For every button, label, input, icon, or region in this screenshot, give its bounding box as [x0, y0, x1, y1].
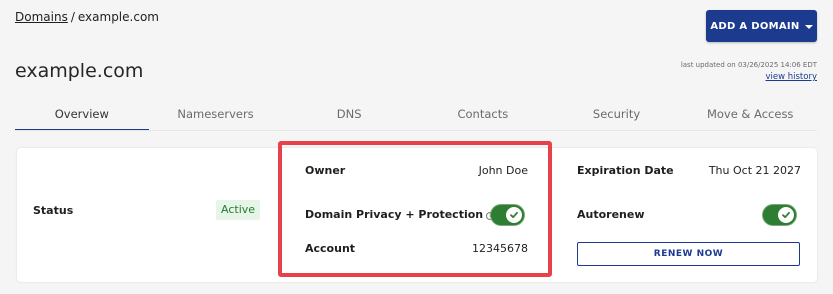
page-title: example.com [15, 60, 144, 82]
tab-move-access[interactable]: Move & Access [683, 104, 817, 131]
caret-down-icon [804, 24, 813, 29]
breadcrumb-separator: / [70, 10, 75, 24]
autorenew-label: Autorenew [577, 208, 645, 221]
account-value: 12345678 [472, 242, 528, 255]
view-history-link[interactable]: view history [681, 71, 817, 83]
check-icon [506, 207, 522, 223]
breadcrumb-domains-link[interactable]: Domains [15, 10, 68, 24]
tab-security[interactable]: Security [550, 104, 684, 131]
check-icon [778, 207, 794, 223]
status-badge: Active [216, 200, 261, 220]
overview-card: Status Active Owner John Doe Domain Priv… [17, 148, 817, 282]
owner-label: Owner [305, 164, 346, 177]
privacy-label-text: Domain Privacy + Protection [305, 208, 484, 221]
breadcrumb: Domains / example.com [15, 10, 159, 24]
account-label: Account [305, 242, 356, 255]
tab-contacts[interactable]: Contacts [416, 104, 550, 131]
autorenew-toggle[interactable] [762, 204, 797, 226]
add-domain-label: ADD A DOMAIN [710, 20, 800, 32]
expiration-label: Expiration Date [577, 164, 674, 177]
status-label: Status [33, 204, 74, 217]
tab-dns[interactable]: DNS [282, 104, 416, 131]
tab-bar: Overview Nameservers DNS Contacts Securi… [15, 104, 817, 131]
owner-value: John Doe [478, 164, 528, 177]
privacy-toggle[interactable] [490, 204, 525, 226]
privacy-label: Domain Privacy + Protectioni [305, 208, 495, 221]
tab-nameservers[interactable]: Nameservers [149, 104, 283, 131]
expiration-value: Thu Oct 21 2027 [708, 164, 801, 177]
renew-now-button[interactable]: RENEW NOW [577, 242, 800, 266]
last-updated-text: last updated on 03/26/2025 14:06 EDT [680, 61, 817, 69]
tab-overview[interactable]: Overview [15, 104, 149, 131]
tab-divider [15, 130, 817, 131]
add-domain-button[interactable]: ADD A DOMAIN [706, 10, 817, 42]
last-updated-info: last updated on 03/26/2025 14:06 EDT vie… [681, 59, 817, 83]
breadcrumb-current: example.com [77, 10, 159, 24]
